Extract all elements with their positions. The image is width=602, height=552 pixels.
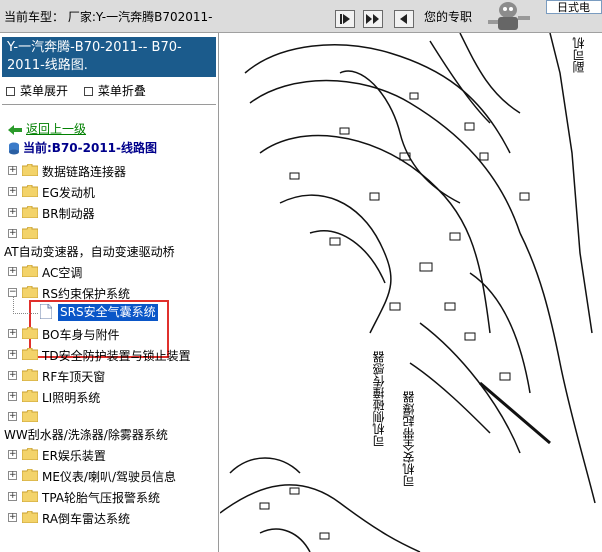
folder-icon xyxy=(22,206,38,218)
expand-icon xyxy=(6,87,15,96)
tree-item-label: ER娱乐装置 xyxy=(42,449,106,463)
divider xyxy=(2,104,216,105)
fast-forward-button[interactable] xyxy=(363,10,383,28)
menu-toggle-row: 菜单展开 菜单折叠 xyxy=(6,82,158,99)
folder-icon xyxy=(22,265,38,277)
folder-icon xyxy=(22,348,38,360)
expand-toggle-icon[interactable]: + xyxy=(8,350,17,359)
current-model-label: 当前车型： 厂家:Y-一汽奔腾B702011- xyxy=(4,10,213,24)
expand-toggle-icon[interactable]: + xyxy=(8,166,17,175)
collapse-icon xyxy=(83,87,93,96)
folder-icon xyxy=(22,327,38,339)
tree-item-label: BR制动器 xyxy=(42,207,95,221)
expand-toggle-icon[interactable]: + xyxy=(8,392,17,401)
document-icon xyxy=(40,304,52,319)
tree-item-label: ME仪表/喇叭/驾驶员信息 xyxy=(42,470,177,484)
tree-item-label: TPA轮胎气压报警系统 xyxy=(42,491,161,505)
step-back-button[interactable] xyxy=(394,10,414,28)
tree-item-label: RS约束保护系统 xyxy=(42,287,130,301)
folder-icon xyxy=(22,164,38,176)
collapse-toggle-icon[interactable]: − xyxy=(8,288,17,297)
label-passenger: 副司机 xyxy=(572,37,586,73)
promo-badge[interactable]: 日式电 xyxy=(546,0,602,14)
wiring-diagram: 副司机 司机侧碰撞传感器 司机安全带起爆器 xyxy=(220,33,602,552)
folder-icon xyxy=(22,448,38,460)
expand-toggle-icon[interactable]: + xyxy=(8,208,17,217)
tree-item-label: AC空调 xyxy=(42,266,83,280)
database-icon xyxy=(9,142,19,155)
arrow-left-icon xyxy=(8,124,22,135)
folder-icon xyxy=(22,469,38,481)
folder-icon xyxy=(22,390,38,402)
expand-toggle-icon[interactable]: + xyxy=(8,412,17,421)
panel-header: Y-一汽奔腾-B70-2011-- B70-2011-线路图. xyxy=(2,37,216,77)
expand-toggle-icon[interactable]: + xyxy=(8,513,17,522)
folder-icon xyxy=(22,410,38,422)
folder-icon xyxy=(22,369,38,381)
expand-toggle-icon[interactable]: + xyxy=(8,229,17,238)
expand-toggle-icon[interactable]: + xyxy=(8,471,17,480)
menu-collapse-link[interactable]: 菜单折叠 xyxy=(98,84,146,98)
tree-item-label: BO车身与附件 xyxy=(42,328,120,342)
label-belt-pretensioner: 司机安全带起爆器 xyxy=(402,391,416,487)
menu-expand-link[interactable]: 菜单展开 xyxy=(20,84,68,98)
tree-item-label: RF车顶天窗 xyxy=(42,370,106,384)
tree-item-label: LI照明系统 xyxy=(42,391,101,405)
tree-connector xyxy=(13,297,38,314)
tree-item[interactable]: WW刮水器/洗涤器/除雾器系统 xyxy=(4,426,168,443)
folder-icon xyxy=(22,185,38,197)
expand-toggle-icon[interactable]: + xyxy=(8,450,17,459)
tree-item-label: RA倒车雷达系统 xyxy=(42,512,131,526)
expand-toggle-icon[interactable]: + xyxy=(8,187,17,196)
tree-item-selected[interactable]: SRS安全气囊系统 xyxy=(58,304,158,321)
folder-icon xyxy=(22,511,38,523)
folder-icon xyxy=(22,227,38,239)
step-back-icon xyxy=(400,14,407,24)
play-icon xyxy=(340,14,350,24)
current-location: 当前:B70-2011-线路图 xyxy=(8,139,157,156)
folder-icon xyxy=(22,490,38,502)
back-link[interactable]: 返回上一级 xyxy=(8,120,86,137)
tree-item-label: EG发动机 xyxy=(42,186,95,200)
expand-toggle-icon[interactable]: + xyxy=(8,371,17,380)
expand-toggle-icon[interactable]: + xyxy=(8,492,17,501)
label-side-sensor: 司机侧碰撞传感器 xyxy=(372,351,386,447)
expand-toggle-icon[interactable]: + xyxy=(8,267,17,276)
top-toolbar: 当前车型： 厂家:Y-一汽奔腾B702011- 您的专职 日式电 xyxy=(0,0,602,33)
mascot-icon xyxy=(488,2,530,30)
left-nav-panel: Y-一汽奔腾-B70-2011-- B70-2011-线路图. 菜单展开 菜单折… xyxy=(0,33,219,552)
tree-item-label: TD安全防护装置与锁止装置 xyxy=(42,349,191,363)
tree-item[interactable]: AT自动变速器，自动变速驱动桥 xyxy=(4,243,175,260)
expand-toggle-icon[interactable]: + xyxy=(8,329,17,338)
tree-item-label: 数据链路连接器 xyxy=(42,165,127,179)
play-button[interactable] xyxy=(335,10,355,28)
fast-forward-icon xyxy=(366,14,379,24)
promo-text: 您的专职 xyxy=(424,10,473,24)
